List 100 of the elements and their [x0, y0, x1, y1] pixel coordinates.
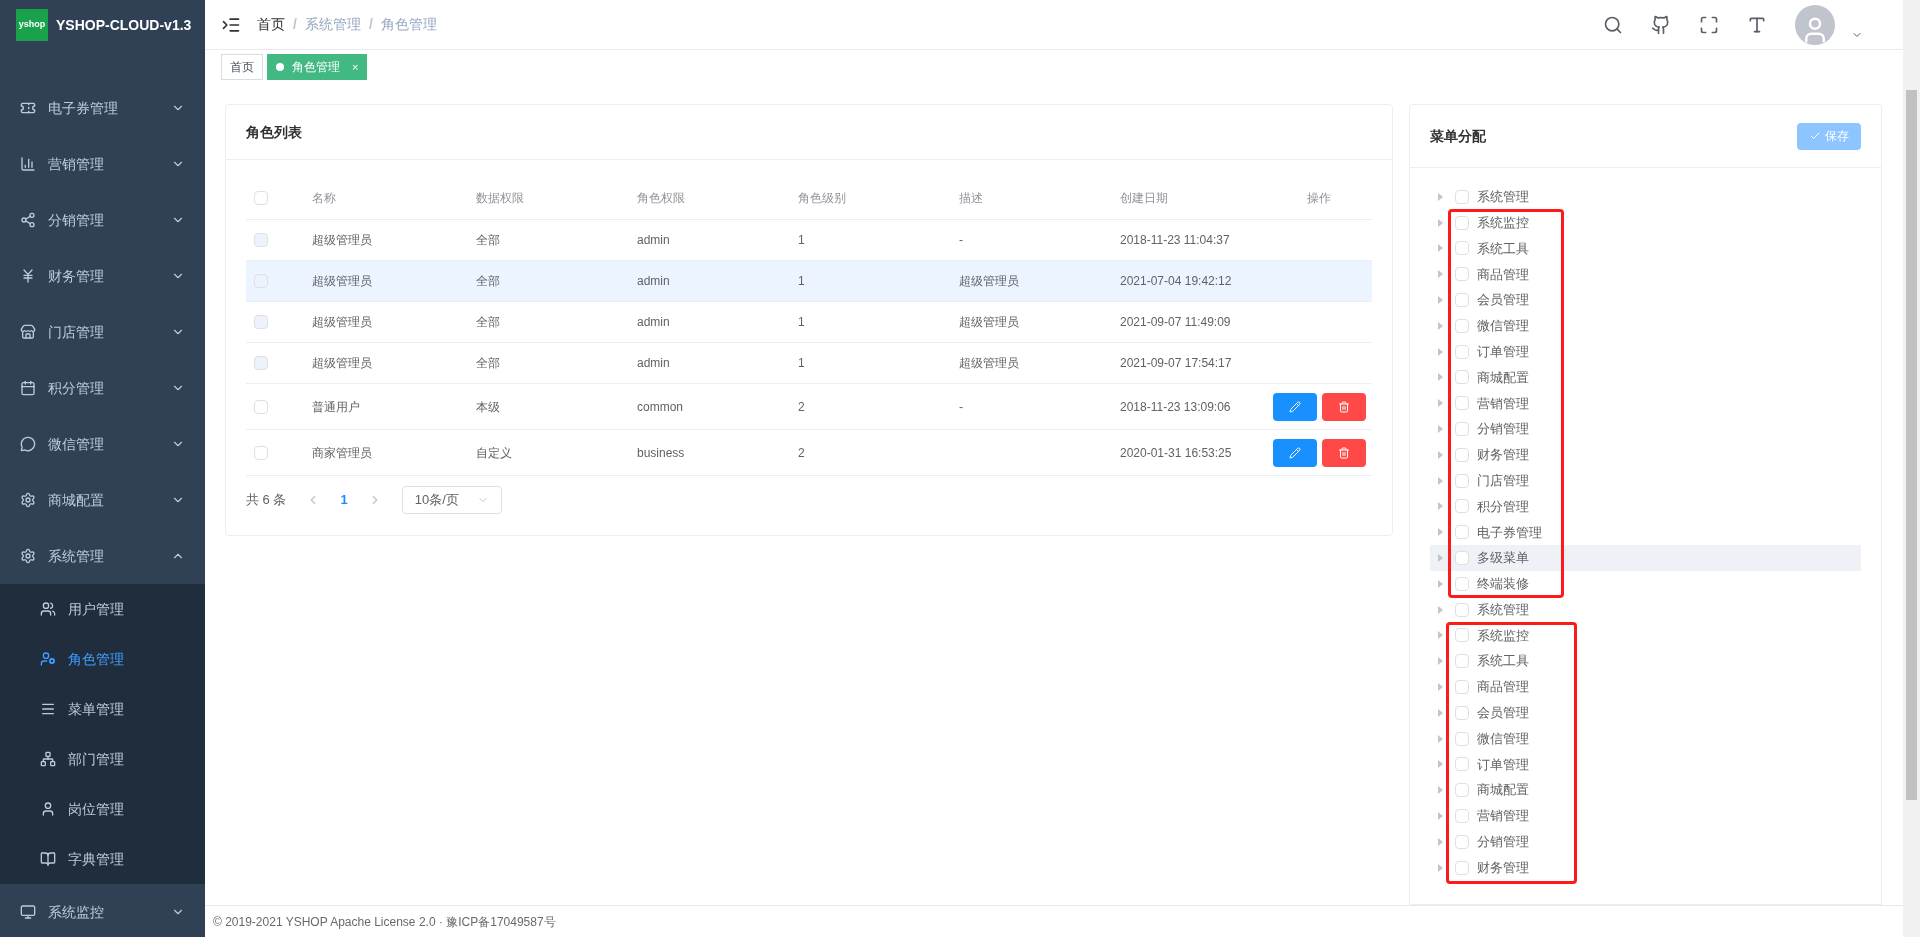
expand-triangle-icon[interactable]	[1438, 399, 1443, 408]
tree-checkbox[interactable]	[1455, 834, 1469, 849]
sidebar-menu-item[interactable]: 积分管理	[0, 360, 205, 416]
delete-button[interactable]	[1321, 392, 1366, 421]
tree-checkbox[interactable]	[1455, 602, 1469, 617]
submenu-item[interactable]: 岗位管理	[0, 784, 205, 834]
tree-checkbox[interactable]	[1455, 654, 1469, 669]
expand-triangle-icon[interactable]	[1438, 270, 1443, 279]
expand-triangle-icon[interactable]	[1438, 476, 1443, 485]
table-cell-text: 2021-09-07 17:54:17	[1120, 355, 1233, 372]
submenu-item[interactable]: 用户管理	[0, 584, 205, 634]
pencil-icon	[1288, 446, 1301, 459]
tree-checkbox[interactable]	[1455, 731, 1469, 746]
sidebar-menu-item[interactable]: 电子券管理	[0, 80, 205, 136]
bar-chart-icon	[20, 156, 36, 172]
expand-triangle-icon[interactable]	[1438, 321, 1443, 330]
tree-checkbox[interactable]	[1455, 396, 1469, 411]
monitor-icon	[20, 904, 36, 920]
edit-button[interactable]	[1272, 392, 1317, 421]
search-icon[interactable]	[1603, 14, 1623, 35]
breadcrumb-item[interactable]: 首页	[257, 14, 285, 35]
expand-triangle-icon[interactable]	[1438, 631, 1443, 640]
sidebar-menu-item[interactable]: 商城配置	[0, 472, 205, 528]
tree-checkbox[interactable]	[1455, 293, 1469, 308]
expand-triangle-icon[interactable]	[1438, 218, 1443, 227]
card-title: 角色列表	[246, 122, 302, 142]
sidebar-menu-item[interactable]: 分销管理	[0, 192, 205, 248]
avatar[interactable]	[1795, 4, 1835, 45]
page-size-select[interactable]: 10条/页	[401, 486, 502, 514]
trash-icon	[1337, 400, 1350, 413]
tree-checkbox[interactable]	[1455, 705, 1469, 720]
tree-checkbox[interactable]	[1455, 628, 1469, 643]
expand-triangle-icon[interactable]	[1438, 812, 1443, 820]
tree-checkbox[interactable]	[1455, 422, 1469, 437]
tree-checkbox[interactable]	[1455, 551, 1469, 566]
tree-checkbox[interactable]	[1455, 860, 1469, 875]
table-cell-text: 全部	[476, 232, 501, 249]
column-header: 名称	[312, 189, 337, 207]
expand-triangle-icon[interactable]	[1438, 657, 1443, 666]
submenu-item[interactable]: 菜单管理	[0, 684, 205, 734]
tree-checkbox[interactable]	[1455, 267, 1469, 282]
submenu-item[interactable]: 角色管理	[0, 634, 205, 684]
expand-triangle-icon[interactable]	[1438, 296, 1443, 305]
tag-tab[interactable]: 首页	[221, 54, 263, 80]
delete-button[interactable]	[1321, 438, 1366, 467]
tree-checkbox[interactable]	[1455, 757, 1469, 772]
row-checkbox[interactable]	[254, 399, 268, 414]
expand-triangle-icon[interactable]	[1438, 450, 1443, 459]
table-cell-text: 超级管理员	[959, 355, 1020, 372]
sidebar-menu-item[interactable]: 微信管理	[0, 416, 205, 472]
expand-triangle-icon[interactable]	[1438, 347, 1443, 356]
tree-node[interactable]: 多级菜单	[1430, 545, 1861, 571]
select-all-checkbox[interactable]	[254, 190, 268, 205]
github-icon[interactable]	[1651, 14, 1671, 35]
submenu-item[interactable]: 字典管理	[0, 834, 205, 884]
calendar-icon	[20, 380, 36, 396]
tree-checkbox[interactable]	[1455, 473, 1469, 488]
tree-checkbox[interactable]	[1455, 189, 1469, 204]
sidebar-menu-item[interactable]: 门店管理	[0, 304, 205, 360]
expand-triangle-icon[interactable]	[1438, 502, 1443, 511]
sidebar-menu-item[interactable]: 系统管理	[0, 528, 205, 584]
expand-triangle-icon[interactable]	[1438, 425, 1443, 434]
tree-checkbox[interactable]	[1455, 525, 1469, 540]
expand-triangle-icon[interactable]	[1438, 554, 1443, 563]
expand-triangle-icon[interactable]	[1438, 528, 1443, 537]
expand-triangle-icon[interactable]	[1438, 708, 1443, 717]
row-checkbox[interactable]	[254, 445, 268, 460]
expand-triangle-icon[interactable]	[1438, 786, 1443, 795]
sidebar-menu-item[interactable]: 财务管理	[0, 248, 205, 304]
expand-triangle-icon[interactable]	[1438, 373, 1443, 382]
fullscreen-icon[interactable]	[1699, 14, 1719, 35]
sidebar-menu-item[interactable]: 系统监控	[0, 884, 205, 937]
check-icon	[1809, 130, 1821, 142]
tree-checkbox[interactable]	[1455, 241, 1469, 256]
table-cell-text: 2020-01-31 16:53:25	[1120, 444, 1233, 462]
table-cell-text: business	[637, 444, 686, 462]
tree-checkbox[interactable]	[1455, 499, 1469, 514]
tree-checkbox[interactable]	[1455, 215, 1469, 230]
expand-triangle-icon[interactable]	[1438, 579, 1443, 588]
expand-triangle-icon[interactable]	[1438, 760, 1443, 769]
tree-checkbox[interactable]	[1455, 576, 1469, 591]
sidebar-menu-item[interactable]: 营销管理	[0, 136, 205, 192]
tree-checkbox[interactable]	[1455, 783, 1469, 798]
tree-checkbox[interactable]	[1455, 370, 1469, 385]
tree-checkbox[interactable]	[1455, 447, 1469, 462]
expand-triangle-icon[interactable]	[1438, 683, 1443, 692]
tree-checkbox[interactable]	[1455, 318, 1469, 333]
users-icon	[40, 601, 56, 617]
expand-triangle-icon[interactable]	[1438, 605, 1443, 614]
table-cell-text: 2	[798, 398, 806, 416]
expand-triangle-icon[interactable]	[1438, 734, 1443, 743]
edit-button[interactable]	[1272, 438, 1317, 467]
tree-checkbox[interactable]	[1455, 680, 1469, 695]
tree-checkbox[interactable]	[1455, 809, 1469, 823]
expand-triangle-icon[interactable]	[1438, 837, 1443, 846]
expand-triangle-icon[interactable]	[1438, 244, 1443, 253]
expand-triangle-icon[interactable]	[1438, 863, 1443, 872]
expand-triangle-icon[interactable]	[1438, 192, 1443, 201]
submenu-item[interactable]: 部门管理	[0, 734, 205, 784]
tree-checkbox[interactable]	[1455, 344, 1469, 359]
